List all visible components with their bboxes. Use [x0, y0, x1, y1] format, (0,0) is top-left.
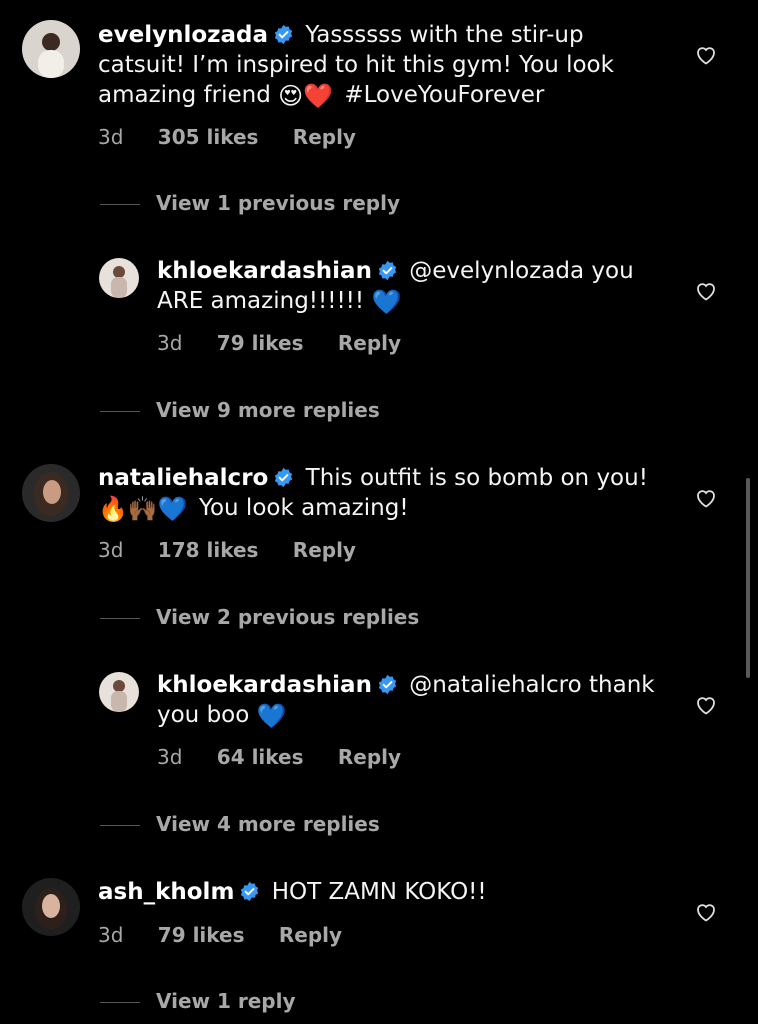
comment-body: HOT ZAMN KOKO!! — [271, 879, 487, 905]
comment-meta: 3d 79 likes Reply — [157, 330, 429, 356]
likes-count[interactable]: 79 likes — [158, 923, 245, 947]
timestamp: 3d — [98, 538, 124, 562]
heart-outline-icon[interactable] — [694, 43, 718, 67]
divider-line — [100, 1002, 140, 1003]
comment-text: nataliehalcro This outfit is so bomb on … — [98, 463, 658, 523]
reply-button[interactable]: Reply — [338, 331, 401, 355]
scrollbar[interactable] — [746, 478, 750, 678]
divider-line — [100, 204, 140, 205]
view-replies-button[interactable]: View 9 more replies — [100, 397, 380, 423]
emoji: 💙 — [371, 288, 402, 316]
reply-button[interactable]: Reply — [338, 745, 401, 769]
verified-badge-icon — [239, 881, 260, 902]
comment-body-continued: You look amazing! — [198, 495, 409, 521]
comment-meta: 3d 178 likes Reply — [98, 537, 384, 563]
verified-badge-icon — [273, 24, 294, 45]
avatar[interactable] — [99, 672, 139, 712]
likes-count[interactable]: 79 likes — [217, 331, 304, 355]
view-replies-label: View 9 more replies — [156, 398, 380, 422]
emoji: 😍❤️ — [278, 82, 334, 110]
comment-text: ash_kholm HOT ZAMN KOKO!! — [98, 877, 658, 907]
divider-line — [100, 618, 140, 619]
view-replies-button[interactable]: View 1 previous reply — [100, 190, 400, 216]
username[interactable]: khloekardashian — [157, 258, 372, 284]
username[interactable]: khloekardashian — [157, 672, 372, 698]
verified-badge-icon — [377, 674, 398, 695]
view-replies-button[interactable]: View 1 reply — [100, 988, 296, 1014]
divider-line — [100, 825, 140, 826]
view-replies-label: View 1 reply — [156, 989, 296, 1013]
reply-button[interactable]: Reply — [293, 125, 356, 149]
username[interactable]: evelynlozada — [98, 22, 268, 48]
avatar[interactable] — [99, 258, 139, 298]
heart-outline-icon[interactable] — [694, 900, 718, 924]
emoji: 💙 — [256, 702, 287, 730]
avatar[interactable] — [22, 878, 80, 936]
view-replies-label: View 1 previous reply — [156, 191, 400, 215]
username[interactable]: nataliehalcro — [98, 465, 268, 491]
divider-line — [100, 411, 140, 412]
hashtag-link[interactable]: #LoveYouForever — [344, 82, 544, 108]
emoji: 🔥🙌🏾💙 — [98, 495, 188, 523]
avatar[interactable] — [22, 464, 80, 522]
view-replies-button[interactable]: View 2 previous replies — [100, 604, 419, 630]
likes-count[interactable]: 305 likes — [158, 125, 259, 149]
username[interactable]: ash_kholm — [98, 879, 234, 905]
heart-outline-icon[interactable] — [694, 279, 718, 303]
avatar[interactable] — [22, 20, 80, 78]
comment-text: khloekardashian @evelynlozada you ARE am… — [157, 256, 657, 316]
view-replies-label: View 4 more replies — [156, 812, 380, 836]
timestamp: 3d — [157, 331, 183, 355]
comment-body: This outfit is so bomb on you! — [305, 465, 648, 491]
reply-button[interactable]: Reply — [293, 538, 356, 562]
view-replies-button[interactable]: View 4 more replies — [100, 811, 380, 837]
comment-meta: 3d 64 likes Reply — [157, 744, 429, 770]
heart-outline-icon[interactable] — [694, 693, 718, 717]
heart-outline-icon[interactable] — [694, 486, 718, 510]
view-replies-label: View 2 previous replies — [156, 605, 420, 629]
timestamp: 3d — [98, 923, 124, 947]
comment-text: khloekardashian @nataliehalcro thank you… — [157, 670, 657, 730]
likes-count[interactable]: 64 likes — [217, 745, 304, 769]
timestamp: 3d — [98, 125, 124, 149]
timestamp: 3d — [157, 745, 183, 769]
comment-text: evelynlozada Yassssss with the stir-up c… — [98, 20, 668, 110]
verified-badge-icon — [377, 260, 398, 281]
reply-button[interactable]: Reply — [279, 923, 342, 947]
comment-meta: 3d 79 likes Reply — [98, 922, 370, 948]
comment-meta: 3d 305 likes Reply — [98, 124, 384, 150]
likes-count[interactable]: 178 likes — [158, 538, 259, 562]
verified-badge-icon — [273, 467, 294, 488]
